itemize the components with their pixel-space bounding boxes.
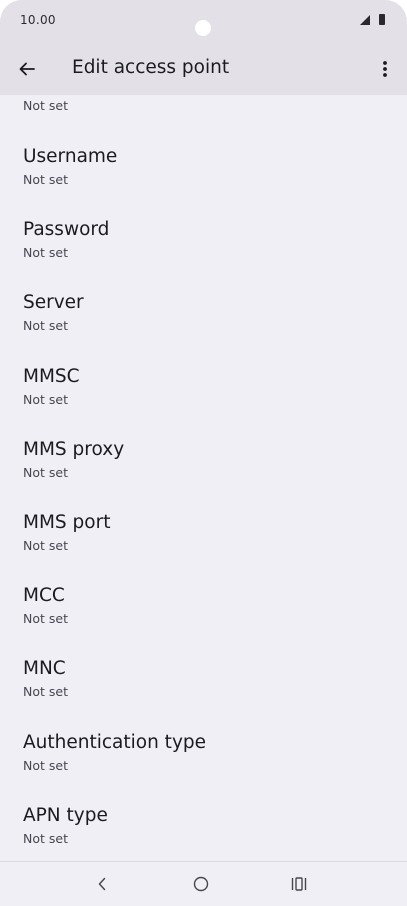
item-subtitle: Not set [23,392,68,407]
circle-home-icon [193,876,209,892]
more-vert-icon [383,61,387,77]
nav-back-button[interactable] [82,868,122,900]
app-bar: 10.00 Edit access point [0,0,407,95]
list-item-server[interactable]: Server Not set [0,292,407,365]
settings-list: Not set Username Not set Password Not se… [0,95,407,861]
nav-home-button[interactable] [181,868,221,900]
arrow-back-icon [19,62,35,76]
item-subtitle: Not set [23,611,68,626]
navigation-bar [0,861,407,906]
list-item-apn-type[interactable]: APN type Not set [0,805,407,861]
more-options-button[interactable] [373,54,397,84]
list-item-mnc[interactable]: MNC Not set [0,658,407,731]
nav-recents-button[interactable] [279,868,319,900]
list-item-mms-port[interactable]: MMS port Not set [0,512,407,585]
list-item-authentication-type[interactable]: Authentication type Not set [0,732,407,805]
item-subtitle: Not set [23,538,68,553]
item-title: Username [23,146,118,167]
camera-cutout [195,20,211,36]
item-title: APN type [23,805,108,826]
back-button[interactable] [12,54,42,84]
recents-icon [291,877,307,891]
item-subtitle: Not set [23,758,68,773]
list-item-password[interactable]: Password Not set [0,219,407,292]
chevron-left-icon [98,877,106,891]
item-subtitle: Not set [23,245,68,260]
page-title: Edit access point [72,57,230,78]
item-subtitle: Not set [23,318,68,333]
item-subtitle: Not set [23,684,68,699]
screen: 10.00 Edit access point Not set Username… [0,0,407,906]
list-item-username[interactable]: Username Not set [0,146,407,219]
item-title: MNC [23,658,66,679]
item-title: MMS port [23,512,111,533]
signal-icon [360,15,370,25]
list-item-mmsc[interactable]: MMSC Not set [0,366,407,439]
list-item-mms-proxy[interactable]: MMS proxy Not set [0,439,407,512]
item-subtitle: Not set [23,465,68,480]
item-title: Server [23,292,84,313]
item-title: MMS proxy [23,439,125,460]
item-title: MMSC [23,366,80,387]
item-subtitle: Not set [23,172,68,187]
item-title: Password [23,219,110,240]
status-time: 10.00 [20,13,56,27]
partial-item-subtitle: Not set [23,98,68,113]
list-item-mcc[interactable]: MCC Not set [0,585,407,658]
item-title: Authentication type [23,732,207,753]
item-subtitle: Not set [23,831,68,846]
battery-icon [379,14,385,25]
item-title: MCC [23,585,65,606]
